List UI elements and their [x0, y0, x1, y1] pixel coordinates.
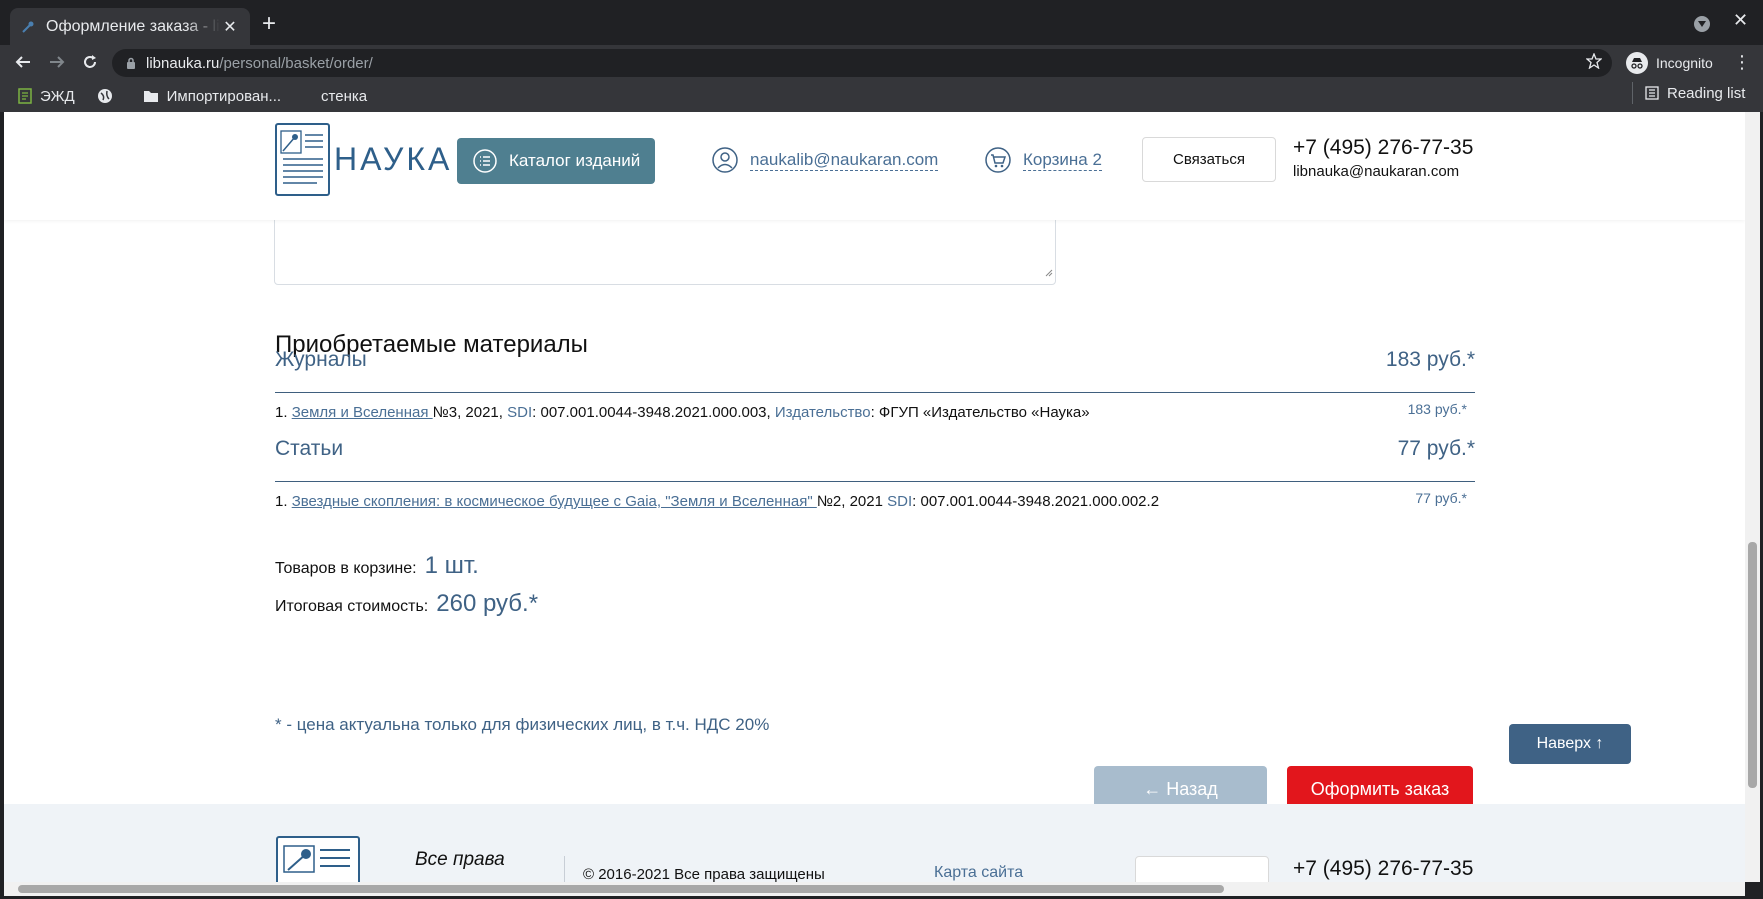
- category-price: 77 руб.*: [1397, 437, 1475, 460]
- site-logo[interactable]: НАУКА: [275, 123, 452, 196]
- footer-rights: Все права: [415, 849, 505, 870]
- lock-icon: [126, 57, 136, 69]
- bookmark-star-icon[interactable]: [1585, 52, 1603, 74]
- logo-emblem-icon: [275, 123, 330, 196]
- reading-list-icon: [1645, 86, 1659, 100]
- logo-text: НАУКА: [334, 141, 453, 177]
- horizontal-scrollbar[interactable]: [4, 882, 1745, 896]
- folder-icon: [143, 89, 159, 103]
- catalog-label: Каталог изданий: [509, 151, 641, 170]
- list-item: 1. Звездные скопления: в космическое буд…: [275, 490, 1467, 510]
- user-icon: [712, 147, 738, 173]
- cart-icon: [985, 147, 1011, 173]
- page-viewport: НАУКА Каталог изданий naukalib@naukaran.…: [4, 112, 1745, 882]
- tab-close-icon[interactable]: ✕: [220, 17, 240, 37]
- items-count: Товаров в корзине: 1 шт.: [275, 552, 479, 579]
- new-tab-icon[interactable]: +: [262, 12, 276, 36]
- bookmark-folder-imported[interactable]: Импортирован...: [143, 88, 281, 105]
- site-favicon-icon: [20, 19, 36, 35]
- vertical-scroll-thumb[interactable]: [1748, 542, 1757, 788]
- sitemap-link[interactable]: Карта сайта: [934, 864, 1023, 882]
- reload-icon[interactable]: [78, 50, 102, 74]
- price-note: * - цена актуальна только для физических…: [275, 715, 770, 734]
- resize-handle-icon[interactable]: [1045, 264, 1053, 282]
- footer-copyright: © 2016-2021 Все права защищены: [583, 866, 825, 882]
- total-price: Итоговая стоимость: 260 руб.*: [275, 590, 539, 617]
- contact-button[interactable]: Связаться: [1142, 137, 1276, 182]
- vertical-scrollbar[interactable]: [1745, 112, 1760, 882]
- horizontal-scroll-thumb[interactable]: [18, 885, 1224, 893]
- browser-menu-icon[interactable]: ⋮: [1733, 52, 1751, 72]
- window-border: [0, 112, 4, 899]
- header-phone[interactable]: +7 (495) 276-77-35: [1293, 136, 1473, 160]
- account-email[interactable]: naukalib@naukaran.com: [750, 150, 939, 171]
- item-title-link[interactable]: Земля и Вселенная: [292, 404, 433, 421]
- category-name: Журналы: [275, 348, 367, 371]
- incognito-label: Incognito: [1656, 55, 1713, 71]
- bookmark-page-icon: [18, 88, 32, 104]
- scroll-to-top-button[interactable]: Наверх ↑: [1509, 724, 1631, 764]
- bookmark-stenka[interactable]: стенка: [321, 88, 367, 105]
- bookmarks-bar: ЭЖД Импортирован... стенка: [0, 80, 1763, 112]
- tab-title: Оформление заказа - libnauka.ru: [46, 17, 220, 35]
- list-icon: [473, 149, 497, 173]
- header-email[interactable]: libnauka@naukaran.com: [1293, 163, 1459, 180]
- account-link[interactable]: naukalib@naukaran.com: [712, 147, 939, 173]
- tab-search-icon[interactable]: [1694, 16, 1710, 32]
- footer-divider: [564, 856, 565, 882]
- cart-link[interactable]: Корзина 2: [985, 147, 1102, 173]
- browser-tab[interactable]: Оформление заказа - libnauka.ru ✕: [10, 8, 250, 45]
- bookmark-globe[interactable]: [97, 88, 121, 104]
- globe-icon: [97, 88, 113, 104]
- reading-list-button[interactable]: Reading list: [1632, 82, 1745, 104]
- tab-strip: Оформление заказа - libnauka.ru ✕ + ✕: [0, 0, 1763, 45]
- item-price: 77 руб.*: [1415, 490, 1467, 506]
- category-row-journals: Журналы 183 руб.*: [275, 348, 1475, 393]
- window-close-icon[interactable]: ✕: [1733, 10, 1748, 31]
- category-row-articles: Статьи 77 руб.*: [275, 437, 1475, 482]
- footer-contact-button[interactable]: [1135, 856, 1269, 882]
- item-price: 183 руб.*: [1407, 401, 1467, 417]
- incognito-icon: [1626, 52, 1648, 74]
- category-name: Статьи: [275, 437, 344, 460]
- url-host: libnauka.ru: [146, 54, 220, 72]
- item-title-link[interactable]: Звездные скопления: в космическое будуще…: [292, 493, 817, 510]
- url-path: /personal/basket/order/: [219, 54, 373, 72]
- address-bar[interactable]: libnauka.ru/personal/basket/order/: [112, 49, 1612, 77]
- incognito-indicator[interactable]: Incognito: [1626, 49, 1713, 77]
- site-header: НАУКА Каталог изданий naukalib@naukaran.…: [4, 112, 1745, 220]
- footer-logo-icon[interactable]: [276, 836, 360, 882]
- bookmark-ezhd[interactable]: ЭЖД: [18, 88, 75, 105]
- footer-phone[interactable]: +7 (495) 276-77-35: [1293, 857, 1473, 881]
- site-footer: Все права © 2016-2021 Все права защищены…: [4, 804, 1745, 882]
- list-item: 1. Земля и Вселенная №3, 2021, SDI: 007.…: [275, 401, 1467, 421]
- cart-label[interactable]: Корзина 2: [1023, 150, 1102, 171]
- forward-arrow-icon[interactable]: [45, 50, 69, 74]
- back-arrow-icon[interactable]: [11, 50, 35, 74]
- category-price: 183 руб.*: [1385, 348, 1475, 371]
- catalog-button[interactable]: Каталог изданий: [457, 138, 655, 184]
